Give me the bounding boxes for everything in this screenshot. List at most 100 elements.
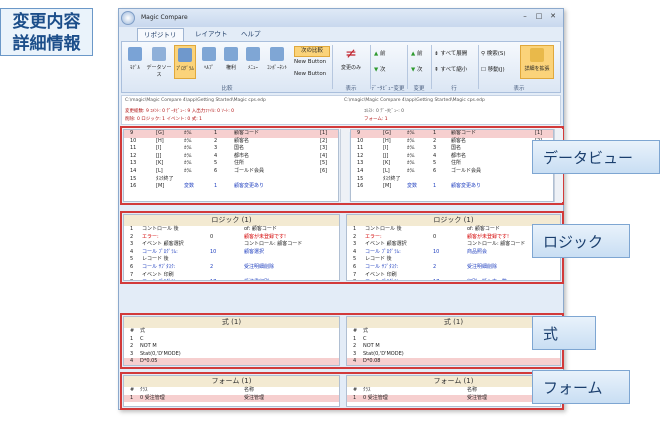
table-cell: ｶﾗﾑ xyxy=(407,152,415,159)
table-row[interactable]: 4 D*0.05 xyxy=(124,358,339,365)
table-cell: 8 xyxy=(130,279,133,280)
logic-left-rows: 1 コントロール 後 of: 顧客コード 2 エラー: 0 顧客が未登録です! 3 イベント 顧… xyxy=(124,226,339,280)
new-button-2[interactable]: New Button xyxy=(294,70,326,79)
dv-next-label: 次 xyxy=(379,67,386,73)
search-button[interactable]: ⚲ 検索(S) xyxy=(481,50,506,59)
table-row[interactable]: 11[I]ｶﾗﾑ3国名[3] xyxy=(351,145,553,153)
table-row[interactable]: 16 [M] 変数 1 顧客変更あり xyxy=(351,183,553,191)
next-compare-button[interactable]: 次の比較 xyxy=(294,46,330,57)
table-cell: [I] xyxy=(383,145,389,152)
separator xyxy=(407,45,408,89)
table-row[interactable]: 12[J]ｶﾗﾑ4都市名[4] xyxy=(124,153,338,161)
table-row[interactable]: 3 Stat(0,'D'MODE) xyxy=(124,351,339,359)
maximize-icon[interactable]: □ xyxy=(533,11,545,21)
expand-all-button[interactable]: ⇟ すべて展開 xyxy=(434,50,467,59)
dataview-right-panel: 9[G]ｶﾗﾑ1顧客コード[1]10[H]ｶﾗﾑ2顧客名[2]11[I]ｶﾗﾑ3… xyxy=(350,129,554,202)
table-row[interactable]: 5 レコード 後 xyxy=(124,256,339,264)
table-row[interactable]: 8 コール ﾌﾟﾛｸﾞﾗﾑ: 17 印刷一括入力一覧 xyxy=(347,279,560,280)
separator xyxy=(370,45,371,89)
table-cell: 2 xyxy=(210,263,214,270)
dataview-callout: データビュー xyxy=(532,140,660,174)
table-cell: 11 xyxy=(357,145,364,152)
table-cell: [K] xyxy=(383,160,391,167)
change-prev-button[interactable]: ▲ 前 xyxy=(411,50,423,59)
detail-toggle-button[interactable]: 詳細を拡張 xyxy=(520,45,554,79)
table-row[interactable]: 1 0 受注管理 受注管理 xyxy=(124,394,339,403)
table-cell: 1 xyxy=(130,226,134,232)
minimize-icon[interactable]: – xyxy=(519,11,531,21)
change-next-button[interactable]: ▼ 次 xyxy=(411,66,423,75)
form-left-col-class: ｸﾗｽ xyxy=(140,387,148,393)
tab-layout[interactable]: レイアウト xyxy=(189,28,234,40)
table-row[interactable]: 1 0 受注管理 受注管理 xyxy=(347,394,560,403)
expr-right-title: 式 (1) xyxy=(347,317,560,328)
dv-next-button[interactable]: ▼ 次 xyxy=(374,66,386,75)
table-row[interactable]: 13[K]ｶﾗﾑ5住所[5] xyxy=(124,160,338,168)
table-row[interactable]: 8 コール ﾌﾟﾛｸﾞﾗﾑ: 17 受注書印刷 xyxy=(124,279,339,280)
separator xyxy=(478,45,479,89)
group-view-label: 表示 xyxy=(513,86,525,92)
table-row[interactable]: 9 [G] ｶﾗﾑ 1 顧客コード [1] xyxy=(351,130,553,138)
table-row[interactable]: 1 コントロール 後 of: 顧客コード xyxy=(124,226,339,234)
table-row[interactable]: 11[I]ｶﾗﾑ3国名[3] xyxy=(124,145,338,153)
program-button[interactable]: ﾌﾟﾛｸﾞﾗﾑ xyxy=(174,45,196,79)
close-icon[interactable]: ✕ xyxy=(547,11,559,21)
table-cell: 6 xyxy=(433,167,437,174)
table-row[interactable]: 3 イベント 顧客選択 コントロール: 顧客コード xyxy=(124,241,339,249)
table-row[interactable]: 13[K]ｶﾗﾑ5住所[5] xyxy=(351,160,553,168)
table-cell: [4] xyxy=(320,152,328,159)
dataview-left-scrollbar[interactable] xyxy=(340,129,349,202)
table-row[interactable]: 5 レコード 後 xyxy=(347,256,560,264)
table-row[interactable]: 14[L]ｶﾗﾑ6ゴールド会員[6] xyxy=(351,168,553,176)
program-icon xyxy=(178,48,192,62)
table-cell: コール ｻﾌﾞﾀｽｸ: xyxy=(365,263,399,270)
table-cell: 顧客選択 xyxy=(244,248,265,255)
tab-help[interactable]: ヘルプ xyxy=(235,28,267,40)
table-cell: 2 xyxy=(214,137,218,144)
table-cell: Stat(0,'D'MODE) xyxy=(363,350,404,357)
table-row[interactable]: 15 ﾀｽｸ終了 xyxy=(124,176,338,184)
new-button-1[interactable]: New Button xyxy=(294,58,326,67)
table-row[interactable]: 2 NOT M xyxy=(347,343,560,351)
table-row[interactable]: 6 コール ｻﾌﾞﾀｽｸ: 2 受注明細削除 xyxy=(347,264,560,272)
app-orb-icon[interactable] xyxy=(121,11,135,25)
table-row[interactable]: 3 Stat(0,'D'MODE) xyxy=(347,351,560,359)
table-row[interactable]: 10[H]ｶﾗﾑ2顧客名[2] xyxy=(124,138,338,146)
table-row[interactable]: 1C xyxy=(347,336,560,344)
table-row[interactable]: 4 D*0.08 xyxy=(347,358,560,365)
model-icon xyxy=(128,47,142,61)
datasource-button[interactable]: データソース xyxy=(146,45,172,79)
changes-only-button[interactable]: ≠ 変更のみ xyxy=(336,45,366,79)
collapse-all-button[interactable]: ⇞ すべて縮小 xyxy=(434,66,467,75)
form-left-header: # ｸﾗｽ 名称 xyxy=(124,387,339,395)
move-button[interactable]: ☐ 移動(J) xyxy=(481,66,505,75)
table-row[interactable]: 6 コール ｻﾌﾞﾀｽｸ: 2 受注明細削除 xyxy=(124,264,339,272)
component-button[interactable]: ｺﾝﾎﾟｰﾈﾝﾄ xyxy=(264,45,290,79)
table-cell: 8 xyxy=(353,279,356,280)
table-cell: 顧客コード xyxy=(451,130,477,136)
expr-right-header: # 式 xyxy=(347,328,560,336)
table-row[interactable]: 9 [G] ｶﾗﾑ 1 顧客コード [1] xyxy=(124,130,338,138)
menu-button[interactable]: ﾒﾆｭｰ xyxy=(242,45,264,79)
rights-button[interactable]: 権利 xyxy=(220,45,242,79)
tab-repository[interactable]: リポジトリ xyxy=(137,28,184,41)
dataview-left-rows: 9 [G] ｶﾗﾑ 1 顧客コード [1] 10 [H] ｶﾗﾑ 2 顧客名 [2] 11 [I] ｶﾗﾑ 3… xyxy=(124,130,338,191)
title-bar: Magic Compare – □ ✕ xyxy=(119,9,563,27)
table-cell: 顧客変更あり xyxy=(234,183,265,190)
table-row[interactable]: 1C xyxy=(124,336,339,344)
table-cell: 0 受注管理 xyxy=(140,394,165,401)
table-row[interactable]: 2 NOT M xyxy=(124,343,339,351)
table-row[interactable]: 14[L]ｶﾗﾑ6ゴールド会員[6] xyxy=(124,168,338,176)
table-cell: 4 xyxy=(433,152,437,159)
table-cell: 1 xyxy=(130,335,134,342)
help-button[interactable]: ﾍﾙﾌﾟ xyxy=(198,45,220,79)
model-button[interactable]: ﾓﾃﾞﾙ xyxy=(124,45,146,79)
expr-left-panel: 式 (1) # 式 1 C 2 NOT M 3 Stat(0,'D'MODE) 4 D*0.05 xyxy=(123,316,340,366)
table-row[interactable]: 3 イベント 顧客選択 コントロール: 顧客コード xyxy=(347,241,560,249)
table-row[interactable]: 16 [M] 変数 1 顧客変更あり xyxy=(124,183,338,191)
help-label: ﾍﾙﾌﾟ xyxy=(203,65,214,71)
table-cell: 1 xyxy=(353,335,357,342)
logic-section: ロジック (1) 1 コントロール 後 of: 顧客コード 2 エラー: 0 顧客が未登録で… xyxy=(120,211,564,284)
dv-prev-button[interactable]: ▲ 前 xyxy=(374,50,386,59)
table-row[interactable]: 1 コントロール 後 of: 顧客コード xyxy=(347,226,560,234)
